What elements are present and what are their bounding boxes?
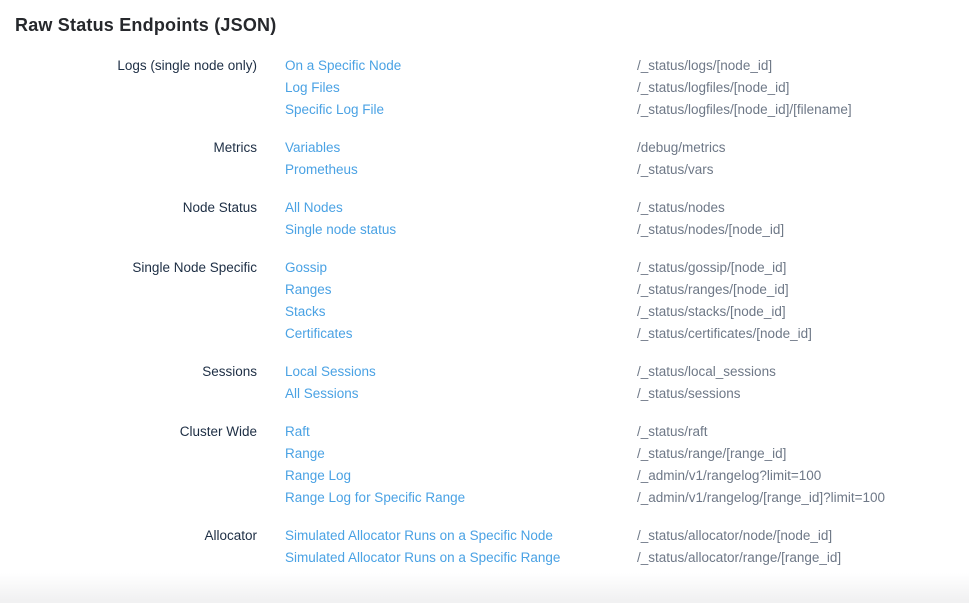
endpoint-link[interactable]: Local Sessions (285, 361, 376, 383)
endpoint-list: /_status/gossip/[node_id]/_status/ranges… (609, 257, 969, 345)
endpoint-path: /_status/logfiles/[node_id] (637, 77, 969, 99)
endpoint-link[interactable]: All Sessions (285, 383, 359, 405)
endpoint-link[interactable]: Variables (285, 137, 340, 159)
endpoint-list: /_status/local_sessions/_status/sessions (609, 361, 969, 405)
endpoint-path: /_status/vars (637, 159, 969, 181)
category-label: Sessions (0, 361, 257, 405)
link-list: Simulated Allocator Runs on a Specific N… (257, 525, 609, 569)
endpoint-link[interactable]: Simulated Allocator Runs on a Specific R… (285, 547, 560, 569)
endpoint-link[interactable]: All Nodes (285, 197, 343, 219)
link-list: RaftRangeRange LogRange Log for Specific… (257, 421, 609, 509)
endpoint-group: Allocator Simulated Allocator Runs on a … (0, 525, 969, 569)
endpoint-list: /_status/allocator/node/[node_id]/_statu… (609, 525, 969, 569)
endpoint-list: /_status/logs/[node_id]/_status/logfiles… (609, 55, 969, 121)
endpoint-path: /_status/logfiles/[node_id]/[filename] (637, 99, 969, 121)
endpoint-group: Sessions Local SessionsAll Sessions /_st… (0, 361, 969, 405)
endpoint-path: /_status/allocator/range/[range_id] (637, 547, 969, 569)
category-label: Allocator (0, 525, 257, 569)
endpoint-path: /_status/nodes (637, 197, 969, 219)
endpoint-path: /_status/raft (637, 421, 969, 443)
endpoint-link[interactable]: Range (285, 443, 325, 465)
category-label: Node Status (0, 197, 257, 241)
endpoint-group: Node Status All NodesSingle node status … (0, 197, 969, 241)
raw-status-endpoints-page: Raw Status Endpoints (JSON) Logs (single… (0, 0, 969, 603)
endpoint-link[interactable]: Range Log (285, 465, 351, 487)
endpoint-link[interactable]: Stacks (285, 301, 326, 323)
endpoint-path: /_admin/v1/rangelog?limit=100 (637, 465, 969, 487)
link-list: On a Specific NodeLog FilesSpecific Log … (257, 55, 609, 121)
endpoint-link[interactable]: On a Specific Node (285, 55, 401, 77)
endpoint-link[interactable]: Range Log for Specific Range (285, 487, 465, 509)
endpoint-link[interactable]: Certificates (285, 323, 353, 345)
endpoint-list: /_status/nodes/_status/nodes/[node_id] (609, 197, 969, 241)
endpoint-path: /_status/certificates/[node_id] (637, 323, 969, 345)
category-label: Metrics (0, 137, 257, 181)
endpoint-list: /debug/metrics/_status/vars (609, 137, 969, 181)
link-list: All NodesSingle node status (257, 197, 609, 241)
category-label: Logs (single node only) (0, 55, 257, 121)
endpoint-path: /_status/sessions (637, 383, 969, 405)
category-label: Cluster Wide (0, 421, 257, 509)
endpoint-groups: Logs (single node only) On a Specific No… (0, 55, 969, 569)
endpoint-link[interactable]: Gossip (285, 257, 327, 279)
endpoint-link[interactable]: Ranges (285, 279, 332, 301)
link-list: Local SessionsAll Sessions (257, 361, 609, 405)
endpoint-path: /_status/nodes/[node_id] (637, 219, 969, 241)
endpoint-path: /_status/stacks/[node_id] (637, 301, 969, 323)
endpoint-path: /_status/allocator/node/[node_id] (637, 525, 969, 547)
endpoint-link[interactable]: Single node status (285, 219, 396, 241)
endpoint-path: /_status/logs/[node_id] (637, 55, 969, 77)
category-label: Single Node Specific (0, 257, 257, 345)
endpoint-group: Metrics VariablesPrometheus /debug/metri… (0, 137, 969, 181)
endpoint-link[interactable]: Log Files (285, 77, 340, 99)
endpoint-link[interactable]: Specific Log File (285, 99, 384, 121)
endpoint-path: /_status/gossip/[node_id] (637, 257, 969, 279)
endpoint-link[interactable]: Prometheus (285, 159, 358, 181)
endpoint-path: /_status/range/[range_id] (637, 443, 969, 465)
endpoint-group: Single Node Specific GossipRangesStacksC… (0, 257, 969, 345)
endpoint-path: /_status/ranges/[node_id] (637, 279, 969, 301)
endpoint-path: /_status/local_sessions (637, 361, 969, 383)
endpoint-path: /_admin/v1/rangelog/[range_id]?limit=100 (637, 487, 969, 509)
page-title: Raw Status Endpoints (JSON) (0, 0, 969, 37)
endpoint-group: Logs (single node only) On a Specific No… (0, 55, 969, 121)
endpoint-link[interactable]: Simulated Allocator Runs on a Specific N… (285, 525, 553, 547)
endpoint-group: Cluster Wide RaftRangeRange LogRange Log… (0, 421, 969, 509)
link-list: VariablesPrometheus (257, 137, 609, 181)
endpoint-link[interactable]: Raft (285, 421, 310, 443)
link-list: GossipRangesStacksCertificates (257, 257, 609, 345)
footer-band (0, 573, 969, 603)
endpoint-path: /debug/metrics (637, 137, 969, 159)
endpoint-list: /_status/raft/_status/range/[range_id]/_… (609, 421, 969, 509)
